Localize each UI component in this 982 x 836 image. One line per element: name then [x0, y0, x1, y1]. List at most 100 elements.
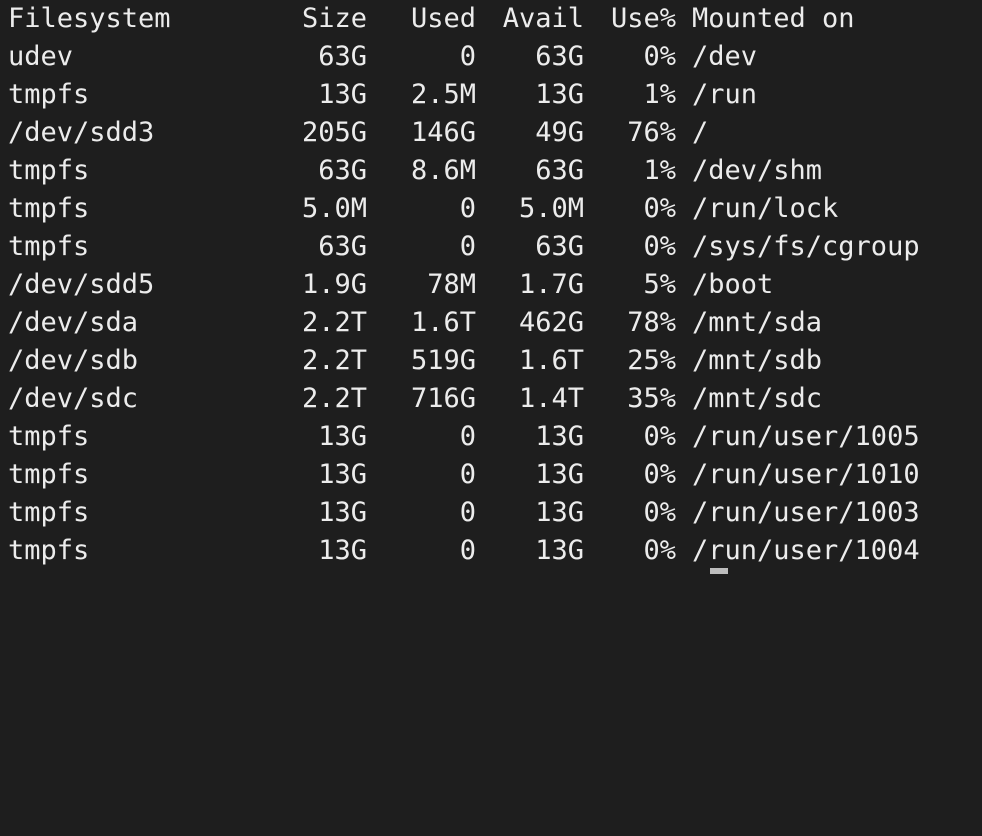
- df-row: tmpfs 63G 0 63G 0% /sys/fs/cgroup: [8, 228, 968, 266]
- filesystem-cell: udev: [8, 41, 74, 72]
- used-cell: 0: [459, 231, 476, 262]
- avail-cell: 13G: [535, 459, 584, 490]
- avail-cell: 63G: [535, 155, 584, 186]
- size-cell: 5.0M: [301, 193, 367, 224]
- used-cell: 2.5M: [410, 79, 476, 110]
- size-cell: 2.2T: [301, 383, 367, 414]
- use-percent-cell: 1%: [643, 79, 676, 110]
- avail-cell: 5.0M: [518, 193, 584, 224]
- df-row: udev 63G 0 63G 0% /dev: [8, 38, 968, 76]
- filesystem-cell: tmpfs: [8, 497, 90, 528]
- filesystem-cell: tmpfs: [8, 155, 90, 186]
- header-avail: Avail: [502, 3, 584, 34]
- used-cell: 0: [459, 535, 476, 566]
- df-header-row: Filesystem Size Used Avail Use% Mounted …: [8, 0, 968, 38]
- used-cell: 8.6M: [410, 155, 476, 186]
- mount-point-cell: /mnt/sdc: [692, 383, 823, 414]
- mount-point-cell: /run/user/1004: [692, 535, 920, 566]
- use-percent-cell: 0%: [643, 231, 676, 262]
- mount-point-cell: /run/user/1003: [692, 497, 920, 528]
- avail-cell: 462G: [518, 307, 584, 338]
- avail-cell: 1.6T: [518, 345, 584, 376]
- filesystem-cell: tmpfs: [8, 535, 90, 566]
- size-cell: 13G: [318, 79, 367, 110]
- df-row: /dev/sda 2.2T 1.6T 462G 78% /mnt/sda: [8, 304, 968, 342]
- filesystem-cell: tmpfs: [8, 231, 90, 262]
- size-cell: 13G: [318, 459, 367, 490]
- avail-cell: 49G: [535, 117, 584, 148]
- df-row: /dev/sdd5 1.9G 78M 1.7G 5% /boot: [8, 266, 968, 304]
- header-size: Size: [301, 3, 367, 34]
- use-percent-cell: 78%: [627, 307, 676, 338]
- size-cell: 205G: [301, 117, 367, 148]
- size-cell: 13G: [318, 535, 367, 566]
- used-cell: 519G: [410, 345, 476, 376]
- header-filesystem: Filesystem: [8, 3, 171, 34]
- avail-cell: 63G: [535, 231, 584, 262]
- df-row: tmpfs 13G 0 13G 0% /run/user/1004: [8, 532, 968, 570]
- size-cell: 13G: [318, 421, 367, 452]
- mount-point-cell: /run: [692, 79, 758, 110]
- use-percent-cell: 0%: [643, 535, 676, 566]
- df-row: tmpfs 13G 0 13G 0% /run/user/1005: [8, 418, 968, 456]
- size-cell: 63G: [318, 155, 367, 186]
- mount-point-cell: /dev: [692, 41, 758, 72]
- avail-cell: 13G: [535, 421, 584, 452]
- filesystem-cell: /dev/sdd5: [8, 269, 155, 300]
- filesystem-cell: tmpfs: [8, 421, 90, 452]
- df-row: tmpfs 5.0M 0 5.0M 0% /run/lock: [8, 190, 968, 228]
- use-percent-cell: 0%: [643, 497, 676, 528]
- use-percent-cell: 0%: [643, 193, 676, 224]
- mount-point-cell: /run/lock: [692, 193, 839, 224]
- use-percent-cell: 0%: [643, 421, 676, 452]
- size-cell: 63G: [318, 231, 367, 262]
- mount-point-cell: /sys/fs/cgroup: [692, 231, 920, 262]
- used-cell: 1.6T: [410, 307, 476, 338]
- use-percent-cell: 1%: [643, 155, 676, 186]
- filesystem-cell: tmpfs: [8, 459, 90, 490]
- use-percent-cell: 0%: [643, 41, 676, 72]
- mount-point-cell: /mnt/sdb: [692, 345, 823, 376]
- size-cell: 63G: [318, 41, 367, 72]
- df-row: /dev/sdb 2.2T 519G 1.6T 25% /mnt/sdb: [8, 342, 968, 380]
- avail-cell: 63G: [535, 41, 584, 72]
- mount-point-cell: /dev/shm: [692, 155, 823, 186]
- header-use-percent: Use%: [610, 3, 676, 34]
- mount-point-cell: /mnt/sda: [692, 307, 823, 338]
- df-row: tmpfs 63G 8.6M 63G 1% /dev/shm: [8, 152, 968, 190]
- filesystem-cell: tmpfs: [8, 193, 90, 224]
- avail-cell: 13G: [535, 79, 584, 110]
- used-cell: 0: [459, 41, 476, 72]
- avail-cell: 13G: [535, 497, 584, 528]
- used-cell: 0: [459, 421, 476, 452]
- mount-point-cell: /: [692, 117, 709, 148]
- use-percent-cell: 5%: [643, 269, 676, 300]
- df-row: tmpfs 13G 2.5M 13G 1% /run: [8, 76, 968, 114]
- filesystem-cell: /dev/sdb: [8, 345, 139, 376]
- used-cell: 146G: [410, 117, 476, 148]
- header-mounted-on: Mounted on: [692, 3, 855, 34]
- avail-cell: 1.4T: [518, 383, 584, 414]
- df-row: /dev/sdc 2.2T 716G 1.4T 35% /mnt/sdc: [8, 380, 968, 418]
- mount-point-cell: /run/user/1010: [692, 459, 920, 490]
- terminal-output[interactable]: Filesystem Size Used Avail Use% Mounted …: [0, 0, 982, 574]
- avail-cell: 1.7G: [518, 269, 584, 300]
- used-cell: 0: [459, 193, 476, 224]
- size-cell: 2.2T: [301, 345, 367, 376]
- mount-point-cell: /run/user/1005: [692, 421, 920, 452]
- use-percent-cell: 25%: [627, 345, 676, 376]
- mount-point-cell: /boot: [692, 269, 774, 300]
- size-cell: 2.2T: [301, 307, 367, 338]
- filesystem-cell: /dev/sda: [8, 307, 139, 338]
- df-row: /dev/sdd3 205G 146G 49G 76% /: [8, 114, 968, 152]
- df-row: tmpfs 13G 0 13G 0% /run/user/1003: [8, 494, 968, 532]
- used-cell: 78M: [427, 269, 476, 300]
- df-row: tmpfs 13G 0 13G 0% /run/user/1010: [8, 456, 968, 494]
- use-percent-cell: 0%: [643, 459, 676, 490]
- filesystem-cell: /dev/sdd3: [8, 117, 155, 148]
- use-percent-cell: 35%: [627, 383, 676, 414]
- filesystem-cell: /dev/sdc: [8, 383, 139, 414]
- size-cell: 1.9G: [301, 269, 367, 300]
- use-percent-cell: 76%: [627, 117, 676, 148]
- size-cell: 13G: [318, 497, 367, 528]
